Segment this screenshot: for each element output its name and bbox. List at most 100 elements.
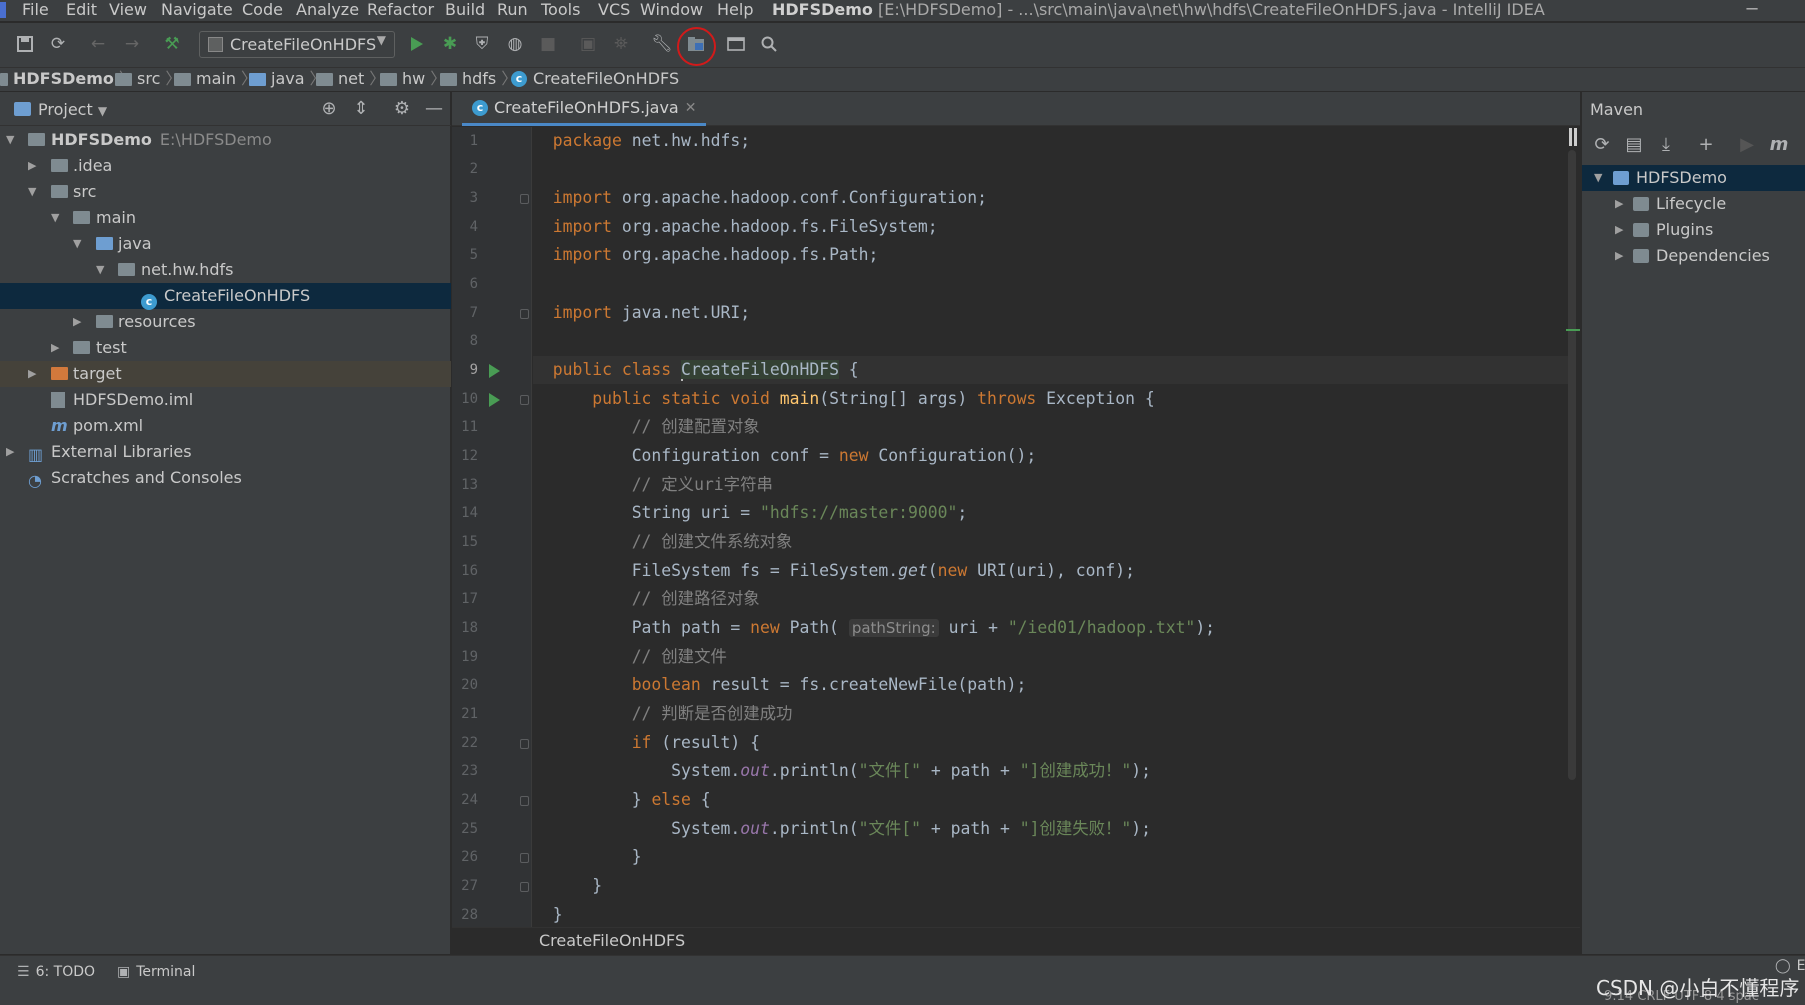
gear-icon[interactable]: ⚙ bbox=[391, 98, 413, 119]
build-hammer-icon[interactable]: ⚒ bbox=[160, 32, 184, 56]
tree-item-hdfsdemo[interactable]: ▼ HDFSDemo E:\HDFSDemo bbox=[0, 127, 451, 153]
collapse-arrow-icon: ▶ bbox=[73, 315, 82, 328]
coverage-icon[interactable]: ⛨ bbox=[470, 32, 494, 56]
maven-item-plugins[interactable]: ▶ Plugins bbox=[1582, 217, 1805, 243]
back-icon[interactable]: ← bbox=[86, 32, 110, 56]
maven-goal-icon[interactable]: m bbox=[1767, 134, 1791, 155]
code-line: // 创建路径对象 bbox=[631, 589, 760, 608]
maven-item-lifecycle[interactable]: ▶ Lifecycle bbox=[1582, 191, 1805, 217]
editor-footer-label[interactable]: CreateFileOnHDFS bbox=[539, 931, 685, 950]
breadcrumb-item[interactable]: hw 〉 bbox=[380, 68, 446, 90]
project-view-selector[interactable]: Project ▼ bbox=[38, 100, 107, 119]
menu-code[interactable]: Code bbox=[242, 0, 283, 20]
locate-icon[interactable]: ⊕ bbox=[318, 98, 340, 119]
chevron-down-icon: ▼ bbox=[97, 104, 108, 118]
minimize-button[interactable]: ─ bbox=[1742, 0, 1762, 20]
run-maven-icon[interactable]: ▶ bbox=[1735, 134, 1759, 155]
close-icon[interactable]: ✕ bbox=[685, 100, 697, 116]
tree-item-iml[interactable]: HDFSDemo.iml bbox=[0, 387, 451, 413]
menu-build[interactable]: Build bbox=[445, 0, 485, 20]
run-icon[interactable] bbox=[405, 32, 429, 56]
deploy-icon[interactable]: ⛯ bbox=[609, 32, 633, 56]
code-editor[interactable]: package net.hw.hdfs; import org.apache.h… bbox=[533, 127, 1568, 927]
breadcrumb-item[interactable]: main〉 bbox=[174, 68, 257, 90]
tree-item-main[interactable]: ▼ main bbox=[0, 205, 451, 231]
collapse-all-icon[interactable]: ⇕ bbox=[350, 98, 372, 119]
sync-icon[interactable]: ⟳ bbox=[46, 32, 70, 56]
folder-icon bbox=[51, 159, 68, 172]
tree-item-package[interactable]: ▼ net.hw.hdfs bbox=[0, 257, 451, 283]
tree-item-external-libraries[interactable]: ▶ ▥ External Libraries bbox=[0, 439, 451, 465]
tree-item-target[interactable]: ▶ target bbox=[0, 361, 451, 387]
line-number: 28 bbox=[461, 907, 478, 923]
menu-edit[interactable]: Edit bbox=[66, 0, 97, 20]
breadcrumb-item[interactable]: src〉 bbox=[115, 68, 181, 90]
tree-item-pom[interactable]: m pom.xml bbox=[0, 413, 451, 439]
line-number: 3 bbox=[469, 190, 478, 206]
tab-label: CreateFileOnHDFS.java bbox=[494, 98, 679, 117]
fold-icon[interactable] bbox=[520, 194, 529, 204]
tree-item-java[interactable]: ▼ java bbox=[0, 231, 451, 257]
tree-item-createfileonhdfs[interactable]: c CreateFileOnHDFS bbox=[0, 283, 451, 310]
fold-icon[interactable] bbox=[520, 882, 529, 892]
breadcrumb-label: CreateFileOnHDFS bbox=[533, 69, 680, 88]
run-gutter-icon[interactable] bbox=[489, 393, 500, 407]
editor-scrollbar[interactable] bbox=[1568, 150, 1576, 780]
fold-icon[interactable] bbox=[520, 739, 529, 749]
fold-icon[interactable] bbox=[520, 309, 529, 319]
tab-createfileonhdfs-java[interactable]: c CreateFileOnHDFS.java ✕ bbox=[462, 92, 707, 126]
forward-icon[interactable]: → bbox=[120, 32, 144, 56]
profile-icon[interactable]: ◍ bbox=[503, 32, 527, 56]
collapse-arrow-icon: ▶ bbox=[6, 445, 15, 458]
run-gutter-icon[interactable] bbox=[489, 364, 500, 378]
tree-item-idea[interactable]: ▶ .idea bbox=[0, 153, 451, 179]
breadcrumb-item[interactable]: java〉 bbox=[249, 68, 326, 90]
inspection-status-icon[interactable] bbox=[1569, 128, 1577, 146]
menu-run[interactable]: Run bbox=[497, 0, 528, 20]
maven-item-hdfsdemo[interactable]: ▼ HDFSDemo bbox=[1582, 165, 1805, 191]
maven-item-label: Plugins bbox=[1656, 220, 1714, 239]
menu-file[interactable]: File bbox=[22, 0, 49, 20]
collapse-arrow-icon: ▶ bbox=[28, 367, 37, 380]
stop-icon[interactable]: ■ bbox=[536, 32, 560, 56]
menu-vcs[interactable]: VCS bbox=[598, 0, 630, 20]
menu-window[interactable]: Window bbox=[640, 0, 703, 20]
expand-arrow-icon: ▼ bbox=[28, 185, 37, 198]
attach-icon[interactable]: ▣ bbox=[576, 32, 600, 56]
terminal-window-icon[interactable] bbox=[724, 32, 748, 56]
run-configuration-select[interactable]: CreateFileOnHDFS ▼ bbox=[199, 31, 395, 58]
breadcrumb-item[interactable]: net 〉 bbox=[316, 68, 385, 90]
tree-item-test[interactable]: ▶ test bbox=[0, 335, 451, 361]
breadcrumb-item[interactable]: c CreateFileOnHDFS bbox=[511, 68, 679, 90]
download-icon[interactable]: ⤓ bbox=[1654, 134, 1678, 155]
plus-icon[interactable]: + bbox=[1694, 134, 1718, 155]
tree-label: pom.xml bbox=[73, 416, 144, 435]
todo-tool-button[interactable]: ☰ 6: TODO bbox=[17, 964, 95, 980]
debug-icon[interactable]: ✱ bbox=[438, 32, 462, 56]
menu-refactor[interactable]: Refactor bbox=[367, 0, 434, 20]
add-folder-icon[interactable]: ▤ bbox=[1622, 134, 1646, 155]
breadcrumb-item[interactable]: hdfs 〉 bbox=[440, 68, 517, 90]
menu-analyze[interactable]: Analyze bbox=[296, 0, 359, 20]
settings-wrench-icon[interactable]: 🔧︎ bbox=[650, 32, 674, 56]
line-number: 25 bbox=[461, 821, 478, 837]
tree-item-resources[interactable]: ▶ resources bbox=[0, 309, 451, 335]
menu-view[interactable]: View bbox=[109, 0, 147, 20]
menu-navigate[interactable]: Navigate bbox=[161, 0, 233, 20]
search-icon[interactable] bbox=[757, 32, 781, 56]
line-number: 13 bbox=[461, 477, 478, 493]
line-number: 20 bbox=[461, 677, 478, 693]
hide-icon[interactable]: — bbox=[423, 98, 445, 119]
save-icon[interactable] bbox=[13, 32, 37, 56]
tree-item-scratches[interactable]: ◔ Scratches and Consoles bbox=[0, 465, 451, 491]
code-line: package net.hw.hdfs; bbox=[552, 131, 751, 150]
fold-icon[interactable] bbox=[520, 853, 529, 863]
tree-item-src[interactable]: ▼ src bbox=[0, 179, 451, 205]
reload-icon[interactable]: ⟳ bbox=[1590, 134, 1614, 155]
maven-item-dependencies[interactable]: ▶ Dependencies bbox=[1582, 243, 1805, 269]
terminal-tool-button[interactable]: ▣ Terminal bbox=[117, 964, 195, 980]
fold-icon[interactable] bbox=[520, 796, 529, 806]
menu-tools[interactable]: Tools bbox=[541, 0, 580, 20]
menu-help[interactable]: Help bbox=[717, 0, 753, 20]
fold-icon[interactable] bbox=[520, 395, 529, 405]
